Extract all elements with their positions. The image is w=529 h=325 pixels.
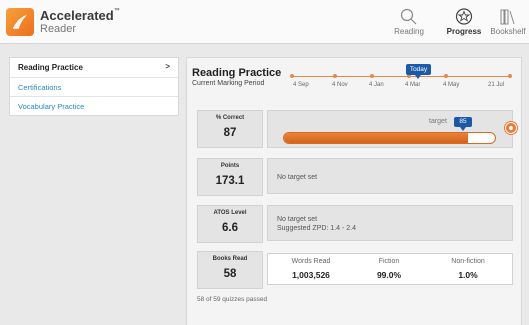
metric-label: Points [220, 163, 240, 169]
sidebar-item-label: Reading Practice [18, 63, 83, 72]
metric-value: 173.1 [215, 175, 245, 187]
timeline-date: 4 Nov [332, 82, 348, 88]
books-stats-table: Words Read 1,003,526 Fiction 99.0% Non-f… [267, 253, 513, 285]
nav-bookshelf-label: Bookshelf [490, 27, 526, 36]
points-target-note: No target set [277, 174, 318, 181]
search-icon [400, 8, 417, 25]
target-badge: 85 [454, 117, 472, 131]
timeline-dot [444, 74, 448, 78]
sidebar-item-vocabulary-practice[interactable]: Vocabulary Practice [10, 96, 178, 115]
page-title: Reading Practice [192, 67, 282, 79]
points-target-box: No target set [267, 158, 513, 194]
stats-value: 1,003,526 [292, 270, 330, 280]
sidebar-item-reading-practice[interactable]: Reading Practice > [10, 58, 178, 77]
metric-value: 6.6 [222, 222, 238, 234]
brand-subtitle: Reader [40, 23, 77, 35]
nav-progress-label: Progress [446, 27, 482, 36]
books-read-card: Books Read 58 [197, 251, 263, 289]
nav-bookshelf[interactable]: Bookshelf [488, 8, 528, 36]
atos-zpd: Suggested ZPD: 1.4 - 2.4 [277, 225, 356, 232]
goal-target-icon[interactable] [505, 122, 517, 134]
metric-label: Books Read [212, 256, 248, 262]
timeline-date: 4 Sep [293, 82, 309, 88]
metric-value: 58 [223, 268, 237, 280]
stats-value: 99.0% [376, 270, 402, 280]
atos-target-note: No target set [277, 216, 318, 223]
sidebar-item-certifications[interactable]: Certifications [10, 77, 178, 96]
timeline-date: 21 Jul [488, 82, 505, 88]
stats-header: Fiction [378, 258, 400, 265]
timeline-line [292, 76, 510, 77]
today-marker: Today [406, 64, 431, 79]
brand-name: Accelerated™ [40, 8, 120, 23]
timeline-dot [290, 74, 294, 78]
atos-level-card: ATOS Level 6.6 [197, 205, 263, 243]
progress-bar [283, 132, 496, 144]
nav-reading[interactable]: Reading [391, 8, 427, 36]
nav-reading-label: Reading [394, 27, 424, 36]
percent-correct-progress: target 85 [267, 110, 513, 148]
sidebar-item-label: Certifications [18, 83, 62, 92]
timeline-date: 4 Mar [405, 82, 421, 88]
nav-progress[interactable]: Progress [444, 8, 484, 36]
timeline-date: 4 May [443, 82, 460, 88]
atos-target-box: No target set Suggested ZPD: 1.4 - 2.4 [267, 205, 513, 241]
points-card: Points 173.1 [197, 158, 263, 196]
stats-header: Words Read [291, 258, 331, 265]
book-logo-icon [13, 15, 27, 29]
quizzes-passed-text: 58 of 59 quizzes passed [197, 296, 268, 303]
timeline-dot [370, 74, 374, 78]
progress-bar-fill [284, 133, 468, 143]
timeline-dot [333, 74, 337, 78]
page-subtitle: Current Marking Period [192, 80, 265, 87]
stats-column-nonfiction: Non-fiction 1.0% [424, 254, 512, 284]
percent-correct-card: % Correct 87 [197, 110, 263, 148]
medal-icon [455, 8, 473, 25]
metric-label: % Correct [215, 115, 245, 121]
timeline-date: 4 Jan [369, 82, 384, 88]
target-label: target [429, 118, 447, 125]
app-header: Accelerated™ Reader Reading Progress Boo… [0, 0, 529, 44]
sidebar: Reading Practice > Certifications Vocabu… [9, 57, 179, 116]
metric-label: ATOS Level [213, 210, 247, 216]
chevron-right-icon: > [165, 62, 170, 71]
bookshelf-icon [500, 9, 515, 25]
stats-header: Non-fiction [451, 258, 485, 265]
timeline-dot [508, 74, 512, 78]
stats-value: 1.0% [458, 270, 478, 280]
stats-column-fiction: Fiction 99.0% [354, 254, 424, 284]
sidebar-item-label: Vocabulary Practice [18, 102, 85, 111]
reading-practice-panel: Reading Practice Current Marking Period … [186, 57, 522, 325]
metric-value: 87 [223, 127, 237, 139]
stats-column-words: Words Read 1,003,526 [268, 254, 354, 284]
accelerated-reader-logo[interactable] [6, 8, 34, 36]
